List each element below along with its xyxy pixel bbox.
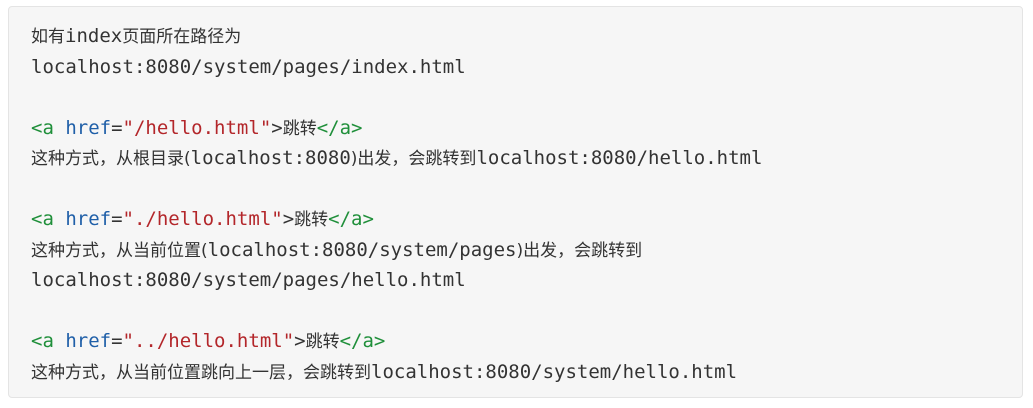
- desc-text: )出发，会跳转到: [516, 240, 643, 261]
- desc-text: 这种方式，从当前位置(: [31, 240, 208, 261]
- tag-close-bracket: >: [294, 330, 306, 352]
- intro-code: index: [65, 25, 123, 47]
- attr-equals: =: [111, 330, 123, 352]
- description-continuation-line: localhost:8080/system/pages/hello.html: [31, 269, 466, 291]
- tag-close: </a>: [328, 208, 374, 230]
- attr-value: "./hello.html": [122, 208, 283, 230]
- desc-code: localhost:8080/system/hello.html: [371, 360, 738, 383]
- intro-suffix: 页面所在路径为: [122, 27, 242, 47]
- intro-path-line: localhost:8080/system/pages/index.html: [31, 55, 466, 78]
- anchor-code-line: <a href="../hello.html">跳转</a>: [31, 326, 1022, 357]
- desc-code: localhost:8080/system/pages: [207, 238, 517, 261]
- description-line: 这种方式，从当前位置跳向上一层，会跳转到localhost:8080/syste…: [31, 357, 1022, 388]
- anchor-code-line: <a href="./hello.html">跳转</a>: [31, 204, 1022, 235]
- desc-text: )出发，会跳转到: [350, 149, 477, 169]
- attr-equals: =: [111, 208, 123, 230]
- attr-value: "/hello.html": [122, 116, 272, 139]
- anchor-code-line: <a href="/hello.html">跳转</a>: [31, 113, 1022, 144]
- tag-open: <a: [31, 330, 66, 352]
- desc-text: 这种方式，从根目录(: [31, 149, 191, 169]
- attr-equals: =: [111, 116, 123, 139]
- tag-close: </a>: [339, 330, 386, 352]
- tag-open: <a: [31, 116, 66, 139]
- intro-line: 如有index页面所在路径为: [31, 21, 1022, 52]
- attr-name: href: [65, 330, 112, 352]
- description-line: 这种方式，从当前位置(localhost:8080/system/pages)出…: [31, 235, 1022, 266]
- code-block: 如有index页面所在路径为 localhost:8080/system/pag…: [8, 6, 1023, 398]
- description-line: 这种方式，从根目录(localhost:8080)出发，会跳转到localhos…: [31, 143, 1022, 174]
- desc-code: localhost:8080/hello.html: [476, 147, 763, 169]
- desc-code: localhost:8080: [190, 147, 351, 169]
- tag-open: <a: [31, 208, 66, 230]
- intro-prefix: 如有: [31, 27, 65, 47]
- link-text: 跳转: [282, 118, 317, 139]
- desc-text: 这种方式，从当前位置跳向上一层，会跳转到: [31, 362, 371, 383]
- tag-close: </a>: [316, 116, 363, 139]
- tag-close-bracket: >: [282, 208, 295, 230]
- link-text: 跳转: [305, 332, 340, 352]
- tag-close-bracket: >: [271, 116, 283, 139]
- attr-value: "../hello.html": [122, 330, 295, 352]
- link-text: 跳转: [294, 210, 329, 230]
- attr-name: href: [65, 116, 112, 139]
- attr-name: href: [65, 208, 112, 230]
